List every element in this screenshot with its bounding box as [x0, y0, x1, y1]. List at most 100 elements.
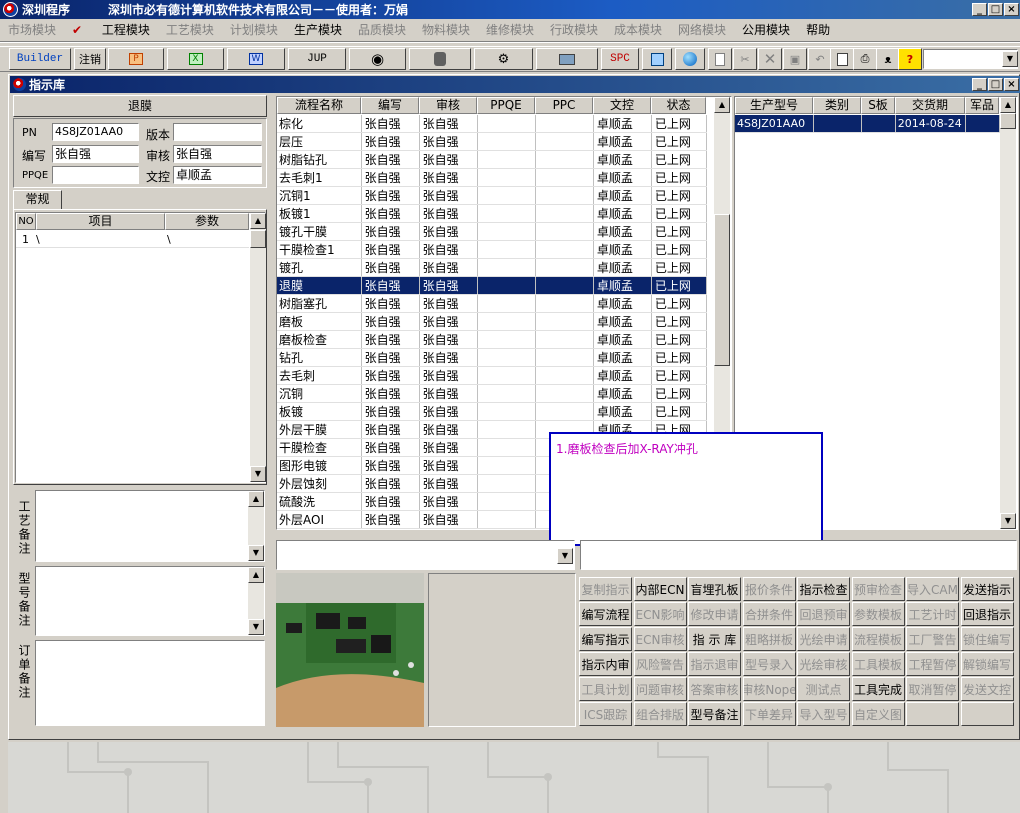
- scroll-down-icon[interactable]: ▼: [250, 466, 266, 482]
- action-button[interactable]: ECN影响: [633, 602, 687, 626]
- flow-row[interactable]: 板镀1 张自强 张自强 卓顺孟 已上网: [277, 204, 708, 223]
- action-button[interactable]: [906, 702, 959, 726]
- find-button[interactable]: ᴥ: [876, 48, 900, 70]
- spc-button[interactable]: SPC: [601, 48, 639, 70]
- action-button[interactable]: 审核Nope: [742, 677, 796, 701]
- flow-header-cell[interactable]: 状态: [651, 97, 706, 114]
- action-button[interactable]: 回退预审: [797, 602, 850, 626]
- doc-control-field[interactable]: 卓顺孟: [173, 166, 262, 184]
- action-button[interactable]: 参数模板: [851, 602, 905, 626]
- flow-row[interactable]: 层压 张自强 张自强 卓顺孟 已上网: [277, 132, 708, 151]
- builder-button[interactable]: Builder: [9, 48, 71, 70]
- action-button[interactable]: [960, 702, 1014, 726]
- action-button[interactable]: 下单差异: [742, 702, 796, 726]
- menu-item-4[interactable]: 生产模块: [294, 21, 342, 38]
- menu-item-0[interactable]: 市场模块: [8, 21, 56, 38]
- scroll-up-icon[interactable]: ▲: [714, 97, 730, 113]
- action-button[interactable]: 答案审核: [688, 677, 741, 701]
- action-button[interactable]: 风险警告: [633, 652, 687, 676]
- action-button[interactable]: 修改申请: [688, 602, 741, 626]
- flow-row[interactable]: 沉铜 张自强 张自强 卓顺孟 已上网: [277, 384, 708, 403]
- action-button[interactable]: 预审检查: [851, 577, 905, 601]
- action-button[interactable]: 解锁编写: [960, 652, 1014, 676]
- flow-combo[interactable]: [276, 540, 575, 570]
- model-note-field[interactable]: [35, 566, 265, 636]
- action-button[interactable]: 工厂警告: [906, 627, 959, 651]
- scroll-down-icon[interactable]: ▼: [248, 545, 264, 561]
- action-button[interactable]: 报价条件: [742, 577, 796, 601]
- scroll-down-icon[interactable]: ▼: [1000, 513, 1016, 529]
- action-button[interactable]: 盲埋孔板: [688, 577, 741, 601]
- action-button[interactable]: 指示检查: [797, 577, 850, 601]
- action-button[interactable]: 发送指示: [960, 577, 1014, 601]
- flow-row[interactable]: 镀孔 张自强 张自强 卓顺孟 已上网: [277, 258, 708, 277]
- action-button[interactable]: 回退指示: [960, 602, 1014, 626]
- model-header-cell[interactable]: S板: [861, 97, 895, 114]
- flow-header-cell[interactable]: 审核: [419, 97, 477, 114]
- model-header-cell[interactable]: 类别: [813, 97, 861, 114]
- action-button[interactable]: 问题审核: [633, 677, 687, 701]
- close-icon[interactable]: ×: [1004, 3, 1019, 16]
- action-button[interactable]: 指 示 库: [688, 627, 741, 651]
- database-button[interactable]: [409, 48, 471, 70]
- flow-row[interactable]: 去毛刺 张自强 张自强 卓顺孟 已上网: [277, 366, 708, 385]
- flow-row[interactable]: 磨板检查 张自强 张自强 卓顺孟 已上网: [277, 330, 708, 349]
- action-button[interactable]: 编写指示: [579, 627, 632, 651]
- ppqe-field[interactable]: [52, 166, 139, 184]
- action-button[interactable]: 工具模板: [851, 652, 905, 676]
- excel-button[interactable]: X: [167, 48, 224, 70]
- action-button[interactable]: ECN审核: [633, 627, 687, 651]
- flow-row[interactable]: 板镀 张自强 张自强 卓顺孟 已上网: [277, 402, 708, 421]
- logout-button[interactable]: 注销: [74, 48, 106, 70]
- jup-button[interactable]: JUP: [288, 48, 346, 70]
- menu-item-12[interactable]: 帮助: [806, 21, 830, 38]
- model-scrollbar[interactable]: [1000, 97, 1016, 529]
- chevron-down-icon[interactable]: ▼: [1002, 51, 1018, 67]
- action-button[interactable]: 粗略拼板: [742, 627, 796, 651]
- order-note-field[interactable]: [35, 640, 265, 726]
- remark-field[interactable]: [580, 540, 1017, 570]
- action-button[interactable]: 发送文控: [960, 677, 1014, 701]
- powerpoint-button[interactable]: P: [108, 48, 164, 70]
- action-button[interactable]: 内部ECN: [633, 577, 687, 601]
- action-button[interactable]: 光绘申请: [797, 627, 850, 651]
- menu-item-2[interactable]: 工艺模块: [166, 21, 214, 38]
- param-scrollbar[interactable]: [250, 213, 266, 482]
- flow-row[interactable]: 树脂钻孔 张自强 张自强 卓顺孟 已上网: [277, 150, 708, 169]
- scroll-thumb[interactable]: [714, 214, 730, 366]
- writer-field[interactable]: 张自强: [52, 145, 139, 163]
- action-button[interactable]: 型号备注: [688, 702, 741, 726]
- model-header-cell[interactable]: 生产型号: [735, 97, 813, 114]
- globe-button[interactable]: [675, 48, 705, 70]
- scroll-thumb[interactable]: [1000, 113, 1016, 129]
- action-button[interactable]: 工艺计时: [906, 602, 959, 626]
- action-button[interactable]: 导入CAM: [906, 577, 959, 601]
- menu-item-1[interactable]: ✔ 工程模块: [72, 21, 150, 38]
- menu-item-10[interactable]: 网络模块: [678, 21, 726, 38]
- flow-row[interactable]: 树脂塞孔 张自强 张自强 卓顺孟 已上网: [277, 294, 708, 313]
- word-button[interactable]: W: [227, 48, 285, 70]
- review-field[interactable]: 张自强: [173, 145, 262, 163]
- flow-header-cell[interactable]: PPC: [535, 97, 593, 114]
- action-button[interactable]: 编写流程: [579, 602, 632, 626]
- flow-row[interactable]: 去毛刺1 张自强 张自强 卓顺孟 已上网: [277, 168, 708, 187]
- process-note-field[interactable]: [35, 490, 265, 562]
- delete-button[interactable]: ✕: [758, 48, 782, 70]
- menu-item-3[interactable]: 计划模块: [230, 21, 278, 38]
- menu-item-9[interactable]: 成本模块: [614, 21, 662, 38]
- print-button[interactable]: ⎙: [853, 48, 877, 70]
- chevron-down-icon[interactable]: ▼: [557, 548, 573, 564]
- flow-row[interactable]: 磨板 张自强 张自强 卓顺孟 已上网: [277, 312, 708, 331]
- action-button[interactable]: 锁住编写: [960, 627, 1014, 651]
- flow-header-cell[interactable]: 文控: [593, 97, 651, 114]
- scroll-up-icon[interactable]: ▲: [250, 213, 266, 229]
- action-button[interactable]: 复制指示: [579, 577, 632, 601]
- cut-button[interactable]: ✂: [733, 48, 757, 70]
- network-button[interactable]: ⚙: [474, 48, 533, 70]
- flow-header-cell[interactable]: 流程名称: [277, 97, 361, 114]
- scroll-thumb[interactable]: [250, 230, 266, 248]
- scroll-down-icon[interactable]: ▼: [248, 619, 264, 635]
- menu-item-6[interactable]: 物料模块: [422, 21, 470, 38]
- model-header-cell[interactable]: 军品: [965, 97, 999, 114]
- minimize-icon[interactable]: _: [972, 3, 987, 16]
